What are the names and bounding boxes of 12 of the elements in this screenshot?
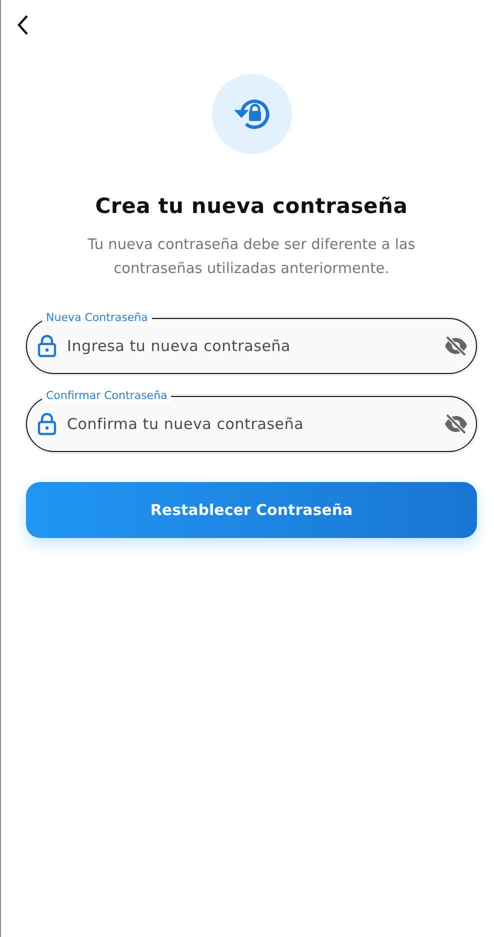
reset-password-button[interactable]: Restablecer Contraseña (26, 482, 477, 538)
lock-icon (37, 334, 57, 358)
eye-off-icon[interactable] (444, 414, 468, 434)
password-input[interactable]: Ingresa tu nueva contraseña (67, 337, 434, 355)
page-title: Crea tu nueva contraseña (94, 194, 409, 218)
eye-off-icon[interactable] (444, 336, 468, 356)
subtitle: Tu nueva contraseña debe ser diferente a las contraseñas utilizadas anteriormente. (86, 236, 416, 279)
lock-icon (37, 412, 57, 436)
back-icon[interactable] (16, 14, 30, 36)
password-input[interactable]: Confirma tu nueva contraseña (67, 415, 434, 433)
field-label: Nueva Contraseña (42, 311, 152, 325)
field-label: Confirmar Contraseña (42, 389, 172, 403)
